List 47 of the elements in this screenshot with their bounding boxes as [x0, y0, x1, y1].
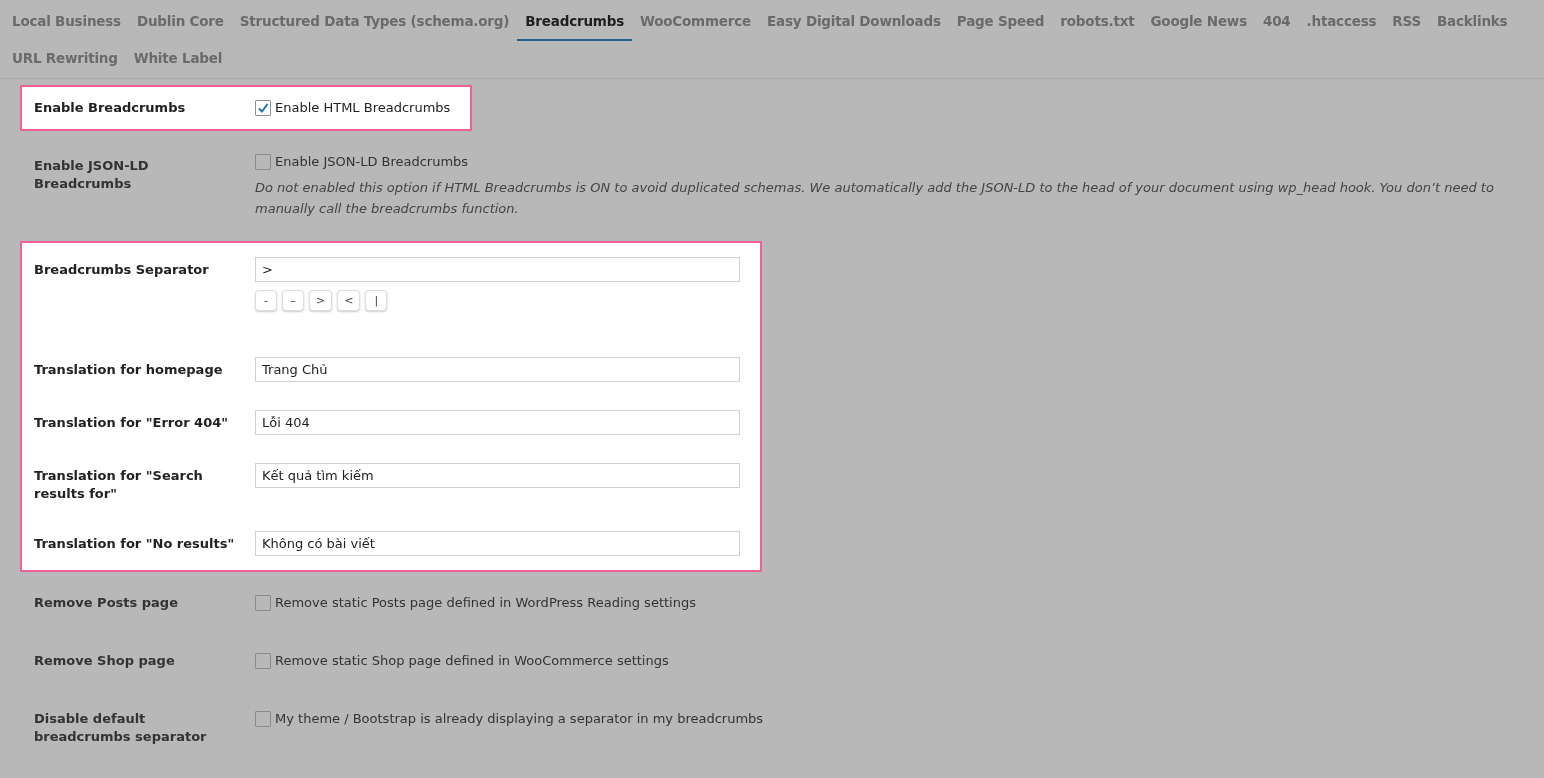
tab[interactable]: Breadcrumbs [517, 4, 632, 41]
setting-label: Remove Posts page [34, 594, 179, 612]
separator-button[interactable]: > [309, 290, 333, 311]
input-field[interactable]: Lỗi 404 [255, 410, 740, 435]
tab[interactable]: Structured Data Types (schema.org) [231, 4, 518, 41]
setting-label: Translation for "Error 404" [34, 414, 229, 432]
checkbox[interactable] [255, 595, 271, 611]
tab[interactable]: URL Rewriting [4, 41, 126, 78]
checkbox[interactable] [255, 653, 271, 669]
tab[interactable]: Local Business [4, 4, 129, 41]
tab[interactable]: WooCommerce [631, 4, 760, 41]
description-text: Do not enabled this option if HTML Breadcrumbs is ON to avoid duplicated schemas. We automatically add the JSON-LD to the head of your document using wp_head hook. You don’t need to manually call the breadcrumbs function. [255, 179, 1495, 218]
input-field[interactable]: Kết quả tìm kiếm [255, 463, 740, 488]
checkbox-label: My theme / Bootstrap is already displaying a separator in my breadcrumbs [275, 710, 764, 728]
tab[interactable]: RSS [1384, 4, 1429, 41]
separator-button[interactable]: < [337, 290, 361, 311]
tab[interactable]: robots.txt [1052, 4, 1143, 41]
checkbox-label: Enable JSON-LD Breadcrumbs [275, 153, 469, 171]
tab[interactable]: White Label [125, 41, 231, 78]
checkbox[interactable] [255, 100, 271, 116]
checkbox[interactable] [255, 711, 271, 727]
setting-label: Translation for homepage [34, 361, 224, 379]
input-field[interactable]: Trang Chủ [255, 357, 740, 382]
input-field[interactable]: > [255, 257, 740, 282]
checkmark-icon [257, 102, 269, 114]
input-field[interactable]: Không có bài viết [255, 531, 740, 556]
tab[interactable]: Backlinks [1428, 4, 1516, 41]
separator-button[interactable]: | [365, 290, 388, 311]
setting-label: Translation for "Search results for" [34, 467, 204, 503]
tab[interactable]: Easy Digital Downloads [759, 4, 949, 41]
tab[interactable]: 404 [1255, 4, 1299, 41]
tab[interactable]: Page Speed [948, 4, 1053, 41]
checkbox[interactable] [255, 154, 271, 170]
tab[interactable]: Google News [1142, 4, 1255, 41]
setting-label: Breadcrumbs Separator [34, 261, 210, 279]
setting-label: Enable JSON-LD Breadcrumbs [34, 157, 150, 193]
checkbox-label: Remove static Shop page defined in WooCommerce settings [275, 652, 669, 670]
setting-label: Translation for "No results" [34, 535, 236, 553]
checkbox-label: Enable HTML Breadcrumbs [275, 99, 451, 117]
setting-label: Disable default breadcrumbs separator [34, 710, 208, 746]
separator-button[interactable]: - [255, 290, 277, 311]
tab[interactable]: .htaccess [1298, 4, 1385, 41]
setting-label: Remove Shop page [34, 652, 176, 670]
checkbox-label: Remove static Posts page defined in WordPress Reading settings [275, 594, 696, 612]
separator-button[interactable]: – [282, 290, 304, 311]
tab[interactable]: Dublin Core [128, 4, 232, 41]
setting-label: Enable Breadcrumbs [34, 99, 187, 117]
